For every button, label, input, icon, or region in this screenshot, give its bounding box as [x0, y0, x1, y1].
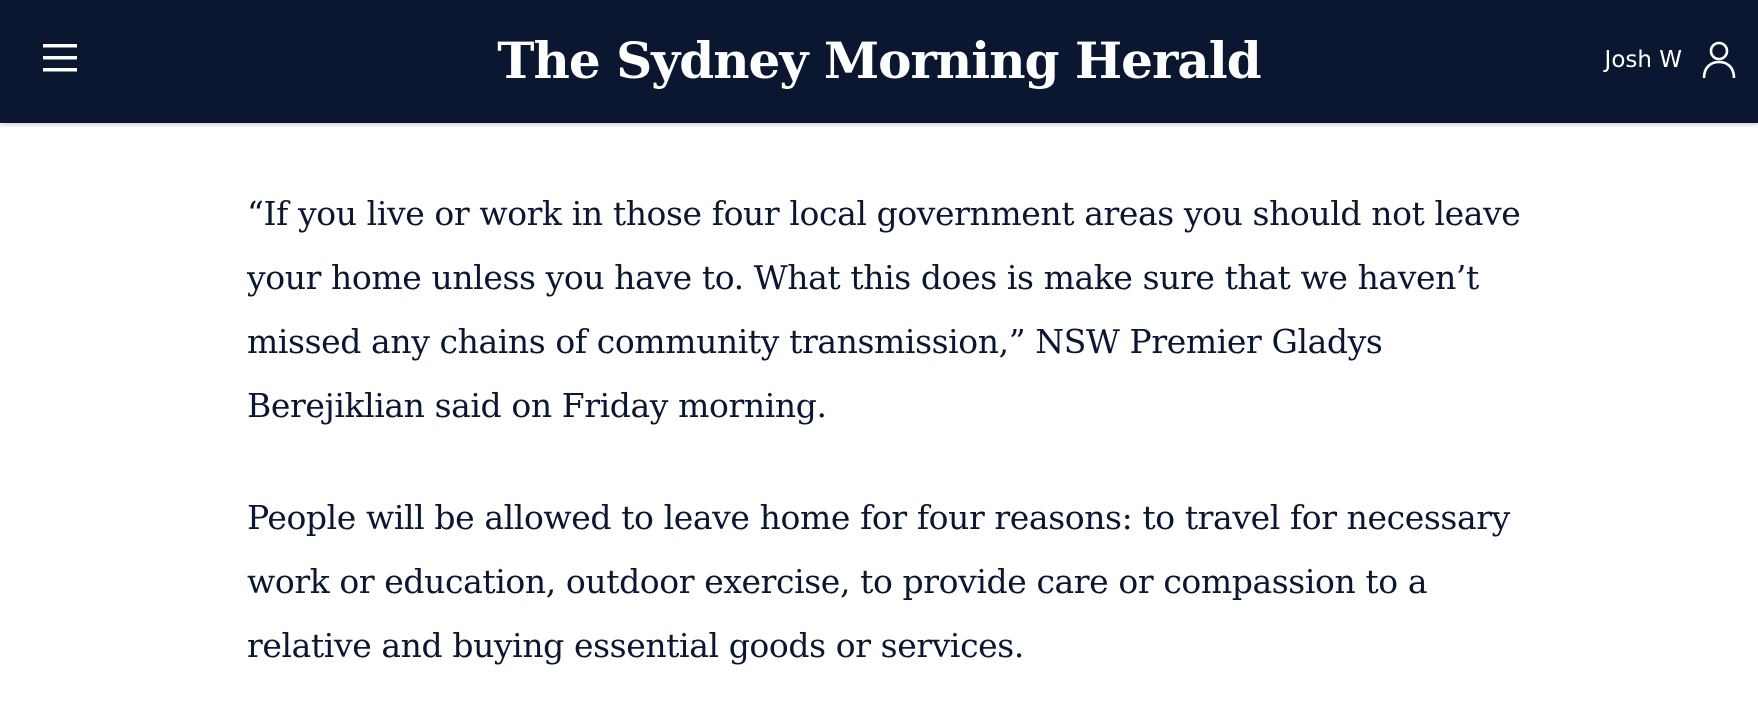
user-account-icon	[1702, 41, 1736, 79]
article-paragraph: “If you live or work in those four local…	[247, 194, 1521, 425]
masthead-logo[interactable]: The Sydney Morning Herald	[0, 26, 1758, 96]
site-header: The Sydney Morning Herald Josh W	[0, 0, 1758, 123]
user-account-button[interactable]: Josh W	[1605, 32, 1736, 88]
article-body: “If you live or work in those four local…	[247, 182, 1547, 726]
user-name: Josh W	[1604, 47, 1682, 73]
article-paragraph: People will be allowed to leave home for…	[247, 498, 1510, 665]
